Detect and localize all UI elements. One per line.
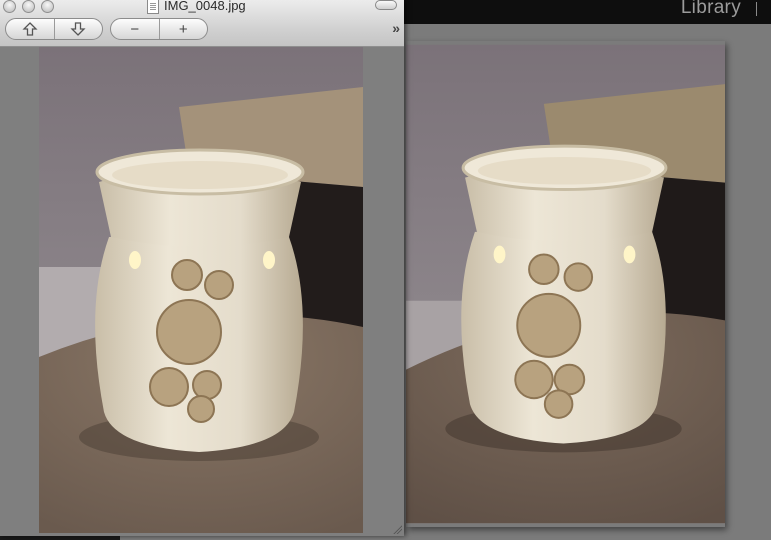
zoom-in-button[interactable]: + xyxy=(160,19,208,39)
title-bar[interactable]: IMG_0048.jpg − + » xyxy=(0,0,404,47)
minimize-window-icon[interactable] xyxy=(22,0,35,13)
library-module-label[interactable]: Library xyxy=(681,0,741,19)
zoom-window-icon[interactable] xyxy=(41,0,54,13)
window-title: IMG_0048.jpg xyxy=(164,0,246,13)
document-icon[interactable] xyxy=(147,0,159,14)
preview-photo xyxy=(39,47,363,533)
resize-grip-icon[interactable] xyxy=(392,524,402,534)
next-button[interactable] xyxy=(55,19,103,39)
toolbar-overflow-icon[interactable]: » xyxy=(392,20,400,36)
previous-next-control xyxy=(5,18,103,40)
lightroom-photo xyxy=(406,41,725,527)
zoom-out-button[interactable]: − xyxy=(111,19,160,39)
image-view xyxy=(0,47,404,536)
arrow-down-icon xyxy=(70,22,86,36)
previous-button[interactable] xyxy=(6,19,55,39)
zoom-out-icon: − xyxy=(130,20,140,38)
zoom-control: − + xyxy=(110,18,208,40)
module-separator xyxy=(756,2,757,16)
close-window-icon[interactable] xyxy=(3,0,16,13)
preview-window: IMG_0048.jpg − + » xyxy=(0,0,404,536)
arrow-up-icon xyxy=(22,22,38,36)
zoom-in-icon: + xyxy=(178,20,188,38)
toolbar-toggle-button[interactable] xyxy=(375,0,397,10)
